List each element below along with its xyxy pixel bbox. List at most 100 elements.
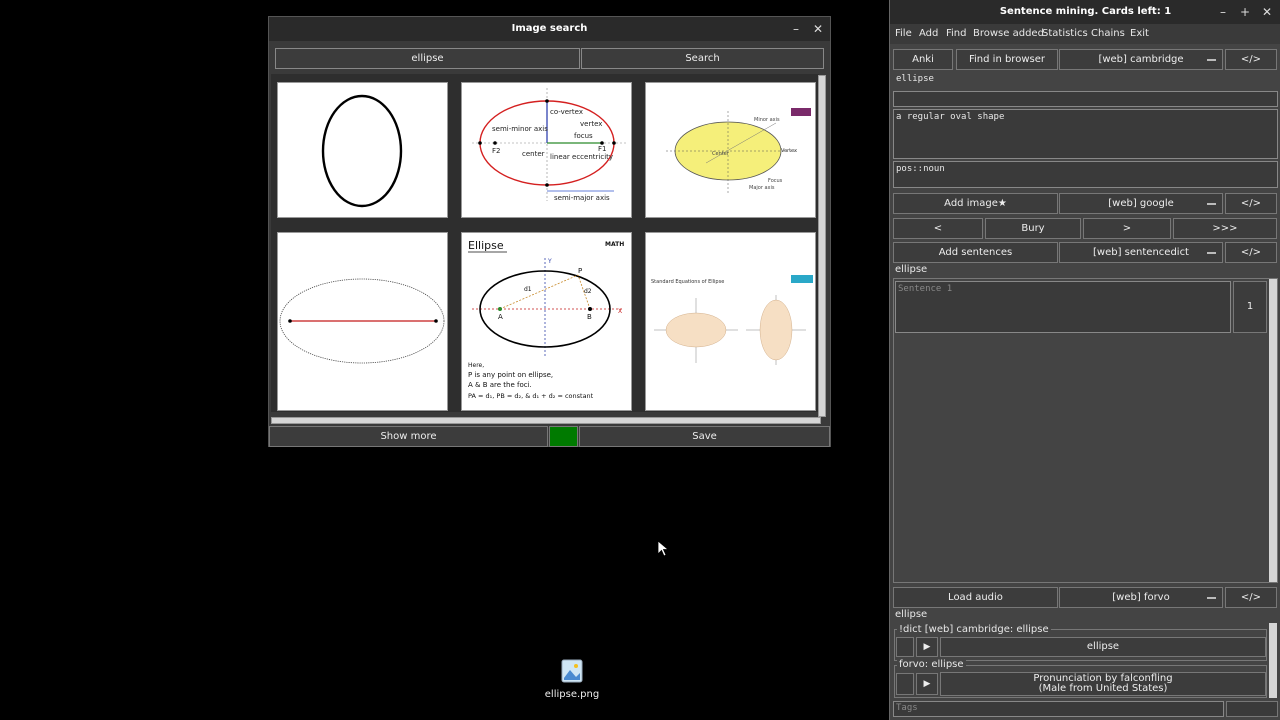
menu-exit[interactable]: Exit — [1130, 24, 1149, 44]
tags-extra-button[interactable] — [1226, 701, 1278, 717]
progress-indicator — [549, 426, 578, 447]
image-result-3[interactable]: Minor axis Vertex Center Focus Major axi… — [645, 82, 816, 218]
sentence-source-select[interactable]: [web] sentencedict — [1059, 242, 1223, 263]
audio-group-cambridge-title: !dict [web] cambridge: ellipse — [897, 624, 1051, 635]
image-source-value: [web] google — [1108, 198, 1174, 209]
audio-group-forvo-title: forvo: ellipse — [897, 659, 966, 670]
sentences-scrollbar[interactable] — [1269, 279, 1277, 582]
close-icon[interactable]: ✕ — [808, 17, 828, 41]
labeled-ellipse-image: co-vertex semi-minor axis vertex focus F… — [472, 88, 627, 202]
minimize-icon[interactable]: – — [786, 17, 806, 41]
menu-browse-added[interactable]: Browse added — [973, 24, 1044, 44]
save-button[interactable]: Save — [579, 426, 830, 447]
play-icon[interactable]: ▶ — [916, 673, 938, 695]
label-major-axis: Major axis — [749, 185, 775, 191]
label-f2: F2 — [492, 147, 500, 155]
point-b: B — [587, 313, 592, 321]
dialog-title: Image search — [511, 23, 588, 34]
menu-add[interactable]: Add — [919, 24, 938, 44]
tags-input[interactable]: Tags — [893, 701, 1224, 717]
audio-checkbox[interactable] — [896, 673, 914, 695]
audio-item-forvo-line2: (Male from United States) — [1038, 683, 1168, 694]
dialog-titlebar[interactable]: Image search — [269, 17, 830, 41]
secondary-field[interactable] — [893, 91, 1278, 107]
audio-checkbox[interactable] — [896, 637, 914, 657]
sentence-mining-window: Sentence mining. Cards left: 1 – + ✕ Fil… — [889, 0, 1280, 720]
show-more-button[interactable]: Show more — [269, 426, 548, 447]
dictionary-code-button[interactable]: </> — [1225, 49, 1277, 70]
note-line-3: A & B are the foci. — [468, 381, 532, 389]
card-title: Ellipse — [468, 239, 504, 252]
load-audio-button[interactable]: Load audio — [893, 587, 1058, 608]
add-image-button[interactable]: Add image★ — [893, 193, 1058, 214]
side-maximize-icon[interactable]: + — [1235, 0, 1255, 24]
bury-button[interactable]: Bury — [985, 218, 1081, 239]
dropdown-icon — [1207, 252, 1216, 254]
audio-item-cambridge[interactable]: ellipse — [940, 637, 1266, 657]
menu-bar: File Add Find Browse added Statistics Ch… — [890, 24, 1280, 44]
side-minimize-icon[interactable]: – — [1213, 0, 1233, 24]
mouse-cursor-icon — [657, 540, 669, 557]
dictionary-source-value: [web] cambridge — [1098, 54, 1184, 65]
thin-ellipse-image — [279, 278, 445, 364]
label-center: center — [522, 150, 545, 158]
point-d1: d1 — [524, 286, 532, 293]
label-semi-minor-axis: semi-minor axis — [492, 125, 548, 133]
menu-statistics[interactable]: Statistics — [1042, 24, 1088, 44]
sentence-code-button[interactable]: </> — [1225, 242, 1277, 263]
side-close-icon[interactable]: ✕ — [1257, 0, 1277, 24]
menu-file[interactable]: File — [895, 24, 912, 44]
sentences-list: Sentence 1 1 — [893, 278, 1278, 583]
desktop-file-icon[interactable]: ellipse.png — [540, 658, 604, 702]
audio-item-forvo[interactable]: Pronunciation by falconfling (Male from … — [940, 672, 1266, 696]
find-in-browser-button[interactable]: Find in browser — [956, 49, 1058, 70]
play-icon[interactable]: ▶ — [916, 637, 938, 657]
menu-chains[interactable]: Chains — [1091, 24, 1125, 44]
image-source-select[interactable]: [web] google — [1059, 193, 1223, 214]
label-semi-major-axis: semi-major axis — [554, 194, 610, 202]
image-result-4[interactable] — [277, 232, 448, 411]
label-f1: F1 — [598, 145, 606, 153]
axis-y: Y — [547, 258, 552, 265]
menu-find[interactable]: Find — [946, 24, 967, 44]
results-horizontal-scrollbar[interactable] — [271, 417, 821, 424]
add-sentences-button[interactable]: Add sentences — [893, 242, 1058, 263]
point-p: P — [578, 267, 582, 275]
audio-code-button[interactable]: </> — [1225, 587, 1277, 608]
label-vertex: vertex — [580, 120, 602, 128]
image-result-1[interactable] — [277, 82, 448, 218]
sentence-word-label: ellipse — [895, 264, 928, 275]
audio-source-select[interactable]: [web] forvo — [1059, 587, 1223, 608]
image-result-5[interactable]: Ellipse MATH P d1 d2 A B X Y Here, P is … — [461, 232, 632, 411]
dropdown-icon — [1207, 59, 1216, 61]
word-field[interactable]: ellipse — [893, 72, 1278, 89]
ellipse-definition-image: Ellipse MATH P d1 d2 A B X Y Here, P is … — [468, 239, 624, 400]
next-button[interactable]: > — [1083, 218, 1171, 239]
card-brand: MATH — [605, 241, 624, 248]
sentence-1-field[interactable]: Sentence 1 — [895, 281, 1231, 333]
skip-button[interactable]: >>> — [1173, 218, 1277, 239]
audio-scrollbar[interactable] — [1269, 623, 1277, 698]
standard-equations-image: Standard Equations of Ellipse — [651, 275, 813, 365]
dictionary-source-select[interactable]: [web] cambridge — [1059, 49, 1223, 70]
definition-field[interactable]: a regular oval shape — [893, 109, 1278, 159]
sentence-1-counter[interactable]: 1 — [1233, 281, 1267, 333]
results-vertical-scrollbar[interactable] — [818, 75, 826, 417]
point-d2: d2 — [584, 288, 592, 295]
side-title: Sentence mining. Cards left: 1 — [999, 6, 1172, 17]
previous-button[interactable]: < — [893, 218, 983, 239]
note-line-2: P is any point on ellipse, — [468, 371, 553, 379]
image-query-input[interactable]: ellipse — [275, 48, 580, 69]
label-co-vertex: co-vertex — [550, 108, 583, 116]
anki-button[interactable]: Anki — [893, 49, 953, 70]
label-linear-eccentricity: linear eccentricity — [550, 153, 613, 161]
image-result-2[interactable]: co-vertex semi-minor axis vertex focus F… — [461, 82, 632, 218]
audio-word-label: ellipse — [895, 609, 928, 620]
image-search-dialog: Image search – ✕ ellipse Search co-verte — [268, 16, 831, 447]
image-code-button[interactable]: </> — [1225, 193, 1277, 214]
label-vertex-2: Vertex — [781, 148, 797, 154]
axis-x: X — [618, 308, 622, 315]
pos-field[interactable]: pos::noun — [893, 161, 1278, 188]
search-button[interactable]: Search — [581, 48, 824, 69]
image-result-6[interactable]: Standard Equations of Ellipse — [645, 232, 816, 411]
